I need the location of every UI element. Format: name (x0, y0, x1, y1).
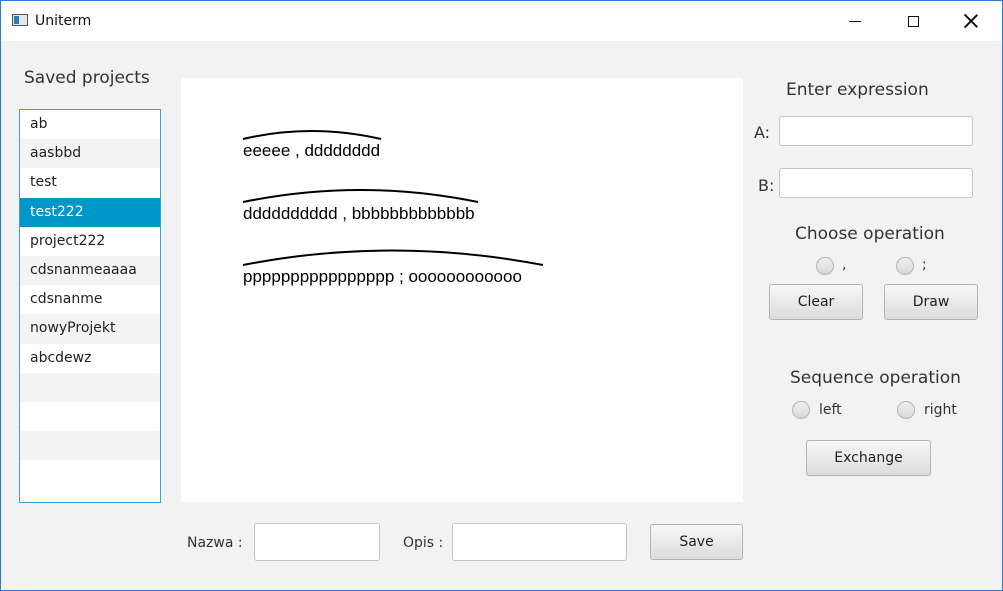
project-item[interactable]: cdsnanme (20, 285, 160, 314)
project-item[interactable]: test (20, 168, 160, 197)
choose-operation-heading: Choose operation (795, 224, 945, 244)
draw-button[interactable]: Draw (884, 284, 978, 320)
comma-radio[interactable] (816, 257, 834, 275)
project-item[interactable]: nowyProjekt (20, 314, 160, 344)
left-radio[interactable] (792, 401, 810, 419)
project-item[interactable]: ab (20, 110, 160, 139)
project-item[interactable]: aasbbd (20, 139, 160, 169)
right-radio-label: right (924, 402, 957, 418)
app-window: Uniterm Saved projects ab aasbbd test te… (0, 0, 1003, 591)
project-item[interactable]: cdsnanmeaaaa (20, 255, 160, 286)
saved-projects-heading: Saved projects (24, 68, 150, 88)
app-icon (12, 14, 28, 26)
expression-line-3: pppppppppppppppp ; oooooooooooo (243, 267, 522, 286)
clear-button[interactable]: Clear (769, 284, 863, 320)
b-label: B: (758, 176, 775, 195)
left-radio-label: left (819, 402, 842, 418)
project-item[interactable]: abcdewz (20, 344, 160, 373)
drawing-canvas: eeeee , dddddddd dddddddddd , bbbbbbbbbb… (181, 78, 743, 502)
opis-input[interactable] (452, 523, 627, 561)
arc-line-1 (242, 130, 382, 140)
comma-radio-label: , (842, 257, 847, 273)
maximize-icon (907, 15, 919, 27)
semicolon-radio-label: ; (922, 257, 927, 273)
a-label: A: (754, 123, 771, 142)
nazwa-label: Nazwa : (187, 535, 243, 551)
exchange-button[interactable]: Exchange (806, 440, 931, 476)
opis-label: Opis : (403, 535, 444, 551)
close-icon (964, 14, 978, 28)
enter-expression-heading: Enter expression (786, 80, 929, 100)
empty-list-row (20, 431, 160, 461)
arc-line-3 (242, 249, 544, 266)
empty-list-row (20, 402, 160, 431)
save-button[interactable]: Save (650, 524, 743, 560)
minimize-button[interactable] (826, 1, 884, 41)
right-radio[interactable] (897, 401, 915, 419)
project-list[interactable]: ab aasbbd test test222 project222 cdsnan… (19, 109, 161, 503)
empty-list-row (20, 460, 160, 489)
window-title: Uniterm (35, 13, 92, 29)
sequence-operation-heading: Sequence operation (790, 368, 961, 388)
maximize-button[interactable] (884, 1, 942, 41)
title-bar: Uniterm (1, 1, 1002, 41)
minimize-icon (849, 20, 861, 22)
expression-line-1: eeeee , dddddddd (243, 141, 381, 160)
expression-line-2: dddddddddd , bbbbbbbbbbbbb (243, 204, 475, 223)
project-item-selected[interactable]: test222 (20, 197, 160, 227)
empty-list-row (20, 372, 160, 402)
project-item[interactable]: project222 (20, 227, 160, 256)
expression-b-input[interactable] (779, 168, 973, 198)
expression-a-input[interactable] (779, 116, 973, 146)
semicolon-radio[interactable] (896, 257, 914, 275)
close-button[interactable] (942, 1, 1000, 41)
arc-line-2 (242, 189, 479, 203)
nazwa-input[interactable] (254, 523, 380, 561)
